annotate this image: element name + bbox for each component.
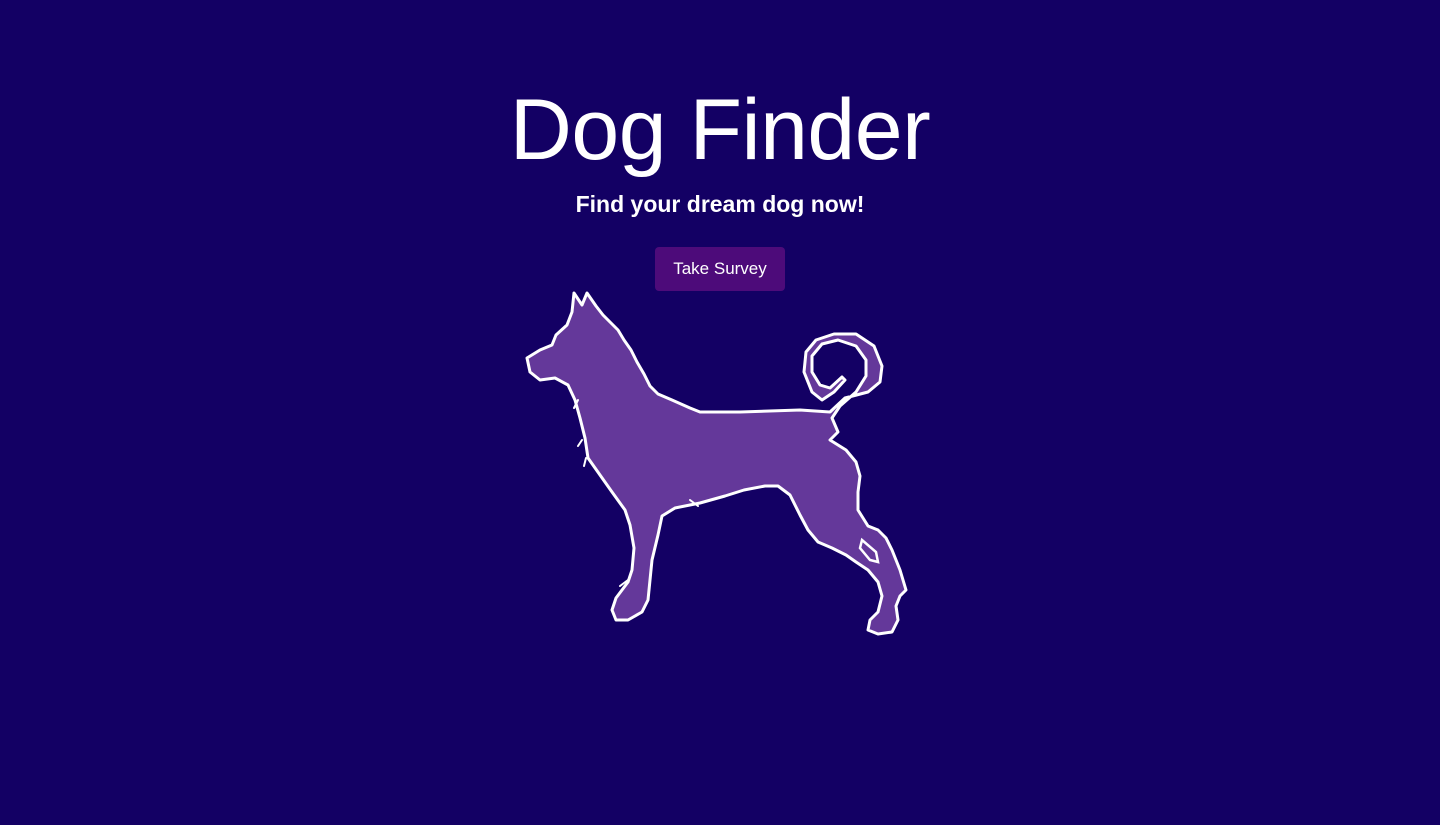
- page-subtitle: Find your dream dog now!: [575, 191, 865, 217]
- landing-page: Dog Finder Find your dream dog now! Take…: [0, 0, 1440, 825]
- dog-silhouette-icon: [525, 291, 908, 636]
- page-title: Dog Finder: [509, 82, 931, 178]
